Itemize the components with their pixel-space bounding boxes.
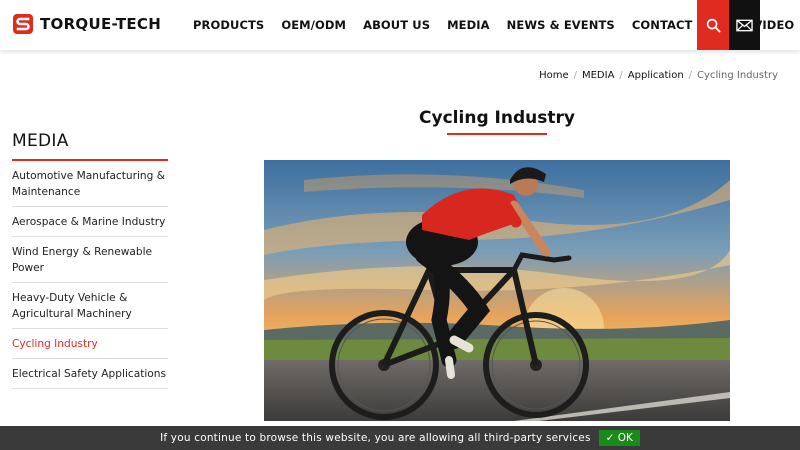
cookie-ok-button[interactable]: ✓ OK — [598, 430, 640, 446]
breadcrumb-media[interactable]: MEDIA — [582, 70, 614, 81]
site-header: TORQUE-TECH PRODUCTS OEM/ODM ABOUT US ME… — [0, 0, 800, 50]
sidebar-list: Automotive Manufacturing & Maintenance A… — [12, 161, 168, 389]
breadcrumb-separator: / — [688, 70, 693, 81]
search-icon — [706, 18, 721, 33]
cyclist-illustration — [264, 160, 730, 421]
sidebar-item-electrical-safety[interactable]: Electrical Safety Applications — [12, 359, 168, 389]
nav-oem-odm[interactable]: OEM/ODM — [281, 18, 346, 32]
sidebar-item-heavy-duty[interactable]: Heavy-Duty Vehicle & Agricultural Machin… — [12, 283, 168, 329]
breadcrumb-separator: / — [573, 70, 577, 81]
search-button[interactable] — [697, 0, 729, 50]
nav-media[interactable]: MEDIA — [447, 18, 490, 32]
breadcrumb-application[interactable]: Application — [628, 70, 684, 81]
sidebar-title: MEDIA — [12, 131, 168, 161]
breadcrumb-separator: / — [619, 70, 623, 81]
mail-icon — [736, 19, 753, 31]
nav-about-us[interactable]: ABOUT US — [363, 18, 430, 32]
mail-button[interactable] — [729, 0, 760, 50]
logo[interactable]: TORQUE-TECH — [12, 13, 161, 35]
breadcrumb-current: Cycling Industry — [697, 70, 778, 81]
logo-icon — [13, 14, 33, 34]
breadcrumb: Home / MEDIA / Application / Cycling Ind… — [539, 70, 778, 81]
title-underline — [447, 133, 547, 135]
sidebar-item-cycling[interactable]: Cycling Industry — [12, 329, 168, 359]
nav-news-events[interactable]: NEWS & EVENTS — [507, 18, 615, 32]
cookie-text: If you continue to browse this website, … — [160, 432, 591, 444]
breadcrumb-home[interactable]: Home — [539, 70, 569, 81]
sidebar: MEDIA Automotive Manufacturing & Mainten… — [12, 131, 168, 389]
cookie-bar: If you continue to browse this website, … — [0, 426, 800, 450]
nav-products[interactable]: PRODUCTS — [193, 18, 264, 32]
hero-image — [264, 160, 730, 421]
page-title: Cycling Industry — [419, 108, 575, 128]
sidebar-item-wind-energy[interactable]: Wind Energy & Renewable Power — [12, 237, 168, 283]
sidebar-item-aerospace-marine[interactable]: Aerospace & Marine Industry — [12, 207, 168, 237]
sidebar-item-automotive[interactable]: Automotive Manufacturing & Maintenance — [12, 161, 168, 207]
logo-text: TORQUE-TECH — [40, 15, 162, 33]
